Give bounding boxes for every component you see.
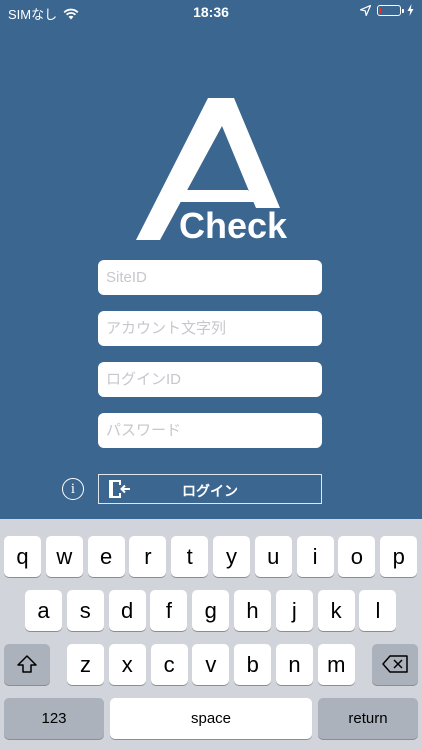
delete-key[interactable] — [372, 644, 418, 685]
key-row3-3[interactable]: v — [192, 644, 230, 685]
login-id-input[interactable] — [98, 362, 322, 397]
key-row1-9[interactable]: p — [380, 536, 418, 577]
key-row2-5[interactable]: h — [234, 590, 271, 631]
backspace-icon — [382, 655, 408, 673]
key-row1-4[interactable]: t — [171, 536, 209, 577]
key-row3-6[interactable]: m — [317, 644, 355, 685]
key-row3-2[interactable]: c — [150, 644, 188, 685]
key-row2-1[interactable]: s — [66, 590, 104, 631]
charging-bolt-icon — [407, 4, 414, 16]
key-row1-7[interactable]: i — [296, 536, 334, 577]
key-row2-7[interactable]: k — [317, 590, 355, 631]
login-button-label: ログイン — [182, 483, 238, 499]
location-arrow-icon — [360, 4, 371, 16]
key-row2-8[interactable]: l — [359, 590, 397, 631]
logo-text: Check — [179, 205, 288, 243]
shift-icon — [17, 655, 37, 673]
status-time: 18:36 — [193, 4, 229, 20]
numbers-key[interactable]: 123 — [4, 698, 104, 739]
info-icon[interactable]: i — [62, 478, 84, 500]
key-row3-1[interactable]: x — [108, 644, 146, 685]
account-string-input[interactable] — [98, 311, 322, 346]
key-row3-4[interactable]: b — [234, 644, 272, 685]
status-bar: SIMなし 18:36 — [0, 0, 422, 24]
key-row1-2[interactable]: e — [87, 536, 125, 577]
key-row1-0[interactable]: q — [4, 536, 41, 577]
key-row2-4[interactable]: g — [192, 590, 230, 631]
key-row2-6[interactable]: j — [275, 590, 313, 631]
site-id-input[interactable] — [98, 260, 322, 295]
key-row1-6[interactable]: u — [254, 536, 292, 577]
key-row1-5[interactable]: y — [213, 536, 250, 577]
return-key[interactable]: return — [318, 698, 418, 739]
key-row1-3[interactable]: r — [129, 536, 167, 577]
password-input[interactable] — [98, 413, 322, 448]
login-button[interactable]: ログイン — [98, 474, 322, 504]
shift-key[interactable] — [4, 644, 50, 685]
key-row1-1[interactable]: w — [45, 536, 83, 577]
space-key[interactable]: space — [110, 698, 312, 739]
key-row1-8[interactable]: o — [338, 536, 376, 577]
logo-triangle-icon: Check — [136, 98, 288, 246]
key-row2-2[interactable]: d — [108, 590, 146, 631]
battery-icon — [377, 4, 404, 16]
key-row3-0[interactable]: z — [67, 644, 104, 685]
on-screen-keyboard: qwertyuiop asdfghjkl zxcvbnm 123 space r… — [0, 519, 422, 750]
key-row2-3[interactable]: f — [150, 590, 188, 631]
app-logo: Check — [130, 98, 290, 246]
battery-level — [379, 6, 381, 14]
key-row3-5[interactable]: n — [276, 644, 313, 685]
key-row2-0[interactable]: a — [25, 590, 62, 631]
